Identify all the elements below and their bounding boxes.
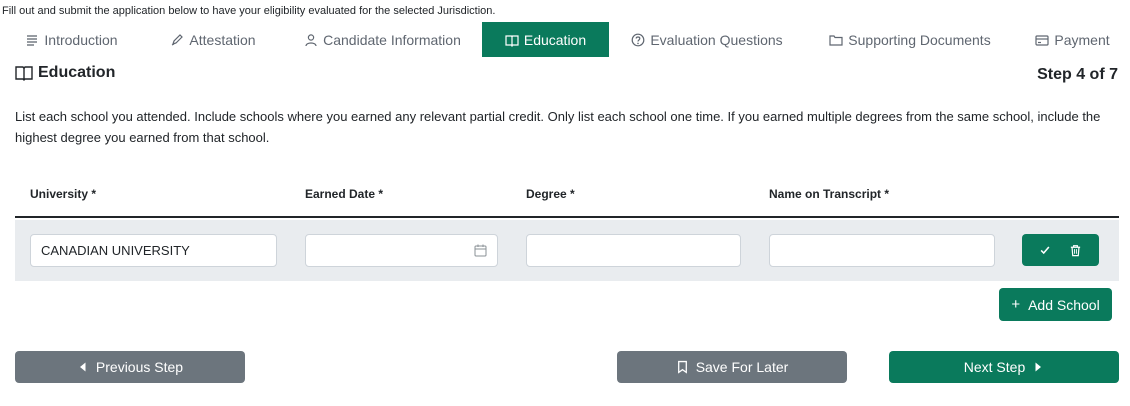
column-header-university: University * [30,187,97,201]
trash-icon [1071,244,1081,256]
next-step-button[interactable]: Next Step [889,351,1119,383]
credit-card-icon [1035,34,1049,46]
tab-supporting-documents[interactable]: Supporting Documents [805,22,1015,57]
column-header-earned-date: Earned Date * [305,187,384,201]
tab-label: Supporting Documents [848,31,991,48]
column-header-degree: Degree * [526,187,575,201]
tab-attestation[interactable]: Attestation [143,22,283,57]
table-row: CANADIAN UNIVERSITY [15,220,1119,281]
column-header-name-on-transcript: Name on Transcript * [769,187,890,201]
save-row-button[interactable] [1038,243,1052,257]
degree-input[interactable] [526,234,741,267]
university-input[interactable]: CANADIAN UNIVERSITY [30,234,277,267]
add-school-label: Add School [1028,296,1100,313]
pen-icon [172,33,184,46]
tab-label: Education [523,31,587,48]
tab-label: Attestation [189,31,256,48]
earned-date-input[interactable] [305,234,498,267]
tab-label: Payment [1054,31,1110,48]
wizard-tabs: Introduction Attestation Candidate Infor… [0,22,1130,57]
folder-icon [829,34,843,46]
row-actions [1022,234,1099,266]
tab-education[interactable]: Education [482,22,609,57]
tab-label: Introduction [44,31,118,48]
tab-introduction[interactable]: Introduction [0,22,143,57]
caret-right-icon [1035,362,1042,372]
question-circle-icon [631,33,645,46]
tab-evaluation-questions[interactable]: Evaluation Questions [609,22,805,57]
add-school-button[interactable]: + Add School [999,288,1112,321]
delete-row-button[interactable] [1069,243,1083,257]
caret-left-icon [79,362,86,372]
tab-label: Candidate Information [323,31,461,48]
list-icon [27,34,38,46]
book-icon [15,66,33,81]
application-page: Fill out and submit the application belo… [0,0,1130,406]
education-table-header: University * Earned Date * Degree * Name… [15,180,1119,218]
calendar-icon[interactable] [474,244,487,257]
instructions-text: List each school you attended. Include s… [15,109,1101,145]
previous-step-label: Previous Step [95,359,184,375]
user-icon [305,33,317,46]
name-on-transcript-input[interactable] [769,234,995,267]
intro-note: Fill out and submit the application belo… [2,5,496,17]
save-for-later-label: Save For Later [695,359,789,375]
book-icon [505,34,519,47]
tab-candidate-information[interactable]: Candidate Information [283,22,482,57]
next-step-label: Next Step [963,359,1026,375]
step-indicator: Step 4 of 7 [1037,66,1118,83]
section-title: Education [15,64,115,82]
section-title-text: Education [38,64,116,81]
save-for-later-button[interactable]: Save For Later [617,351,847,383]
tab-payment[interactable]: Payment [1015,22,1130,57]
plus-icon: + [1011,296,1021,313]
bookmark-icon [677,360,687,374]
previous-step-button[interactable]: Previous Step [15,351,245,383]
check-icon [1040,246,1050,255]
tab-label: Evaluation Questions [650,31,783,48]
